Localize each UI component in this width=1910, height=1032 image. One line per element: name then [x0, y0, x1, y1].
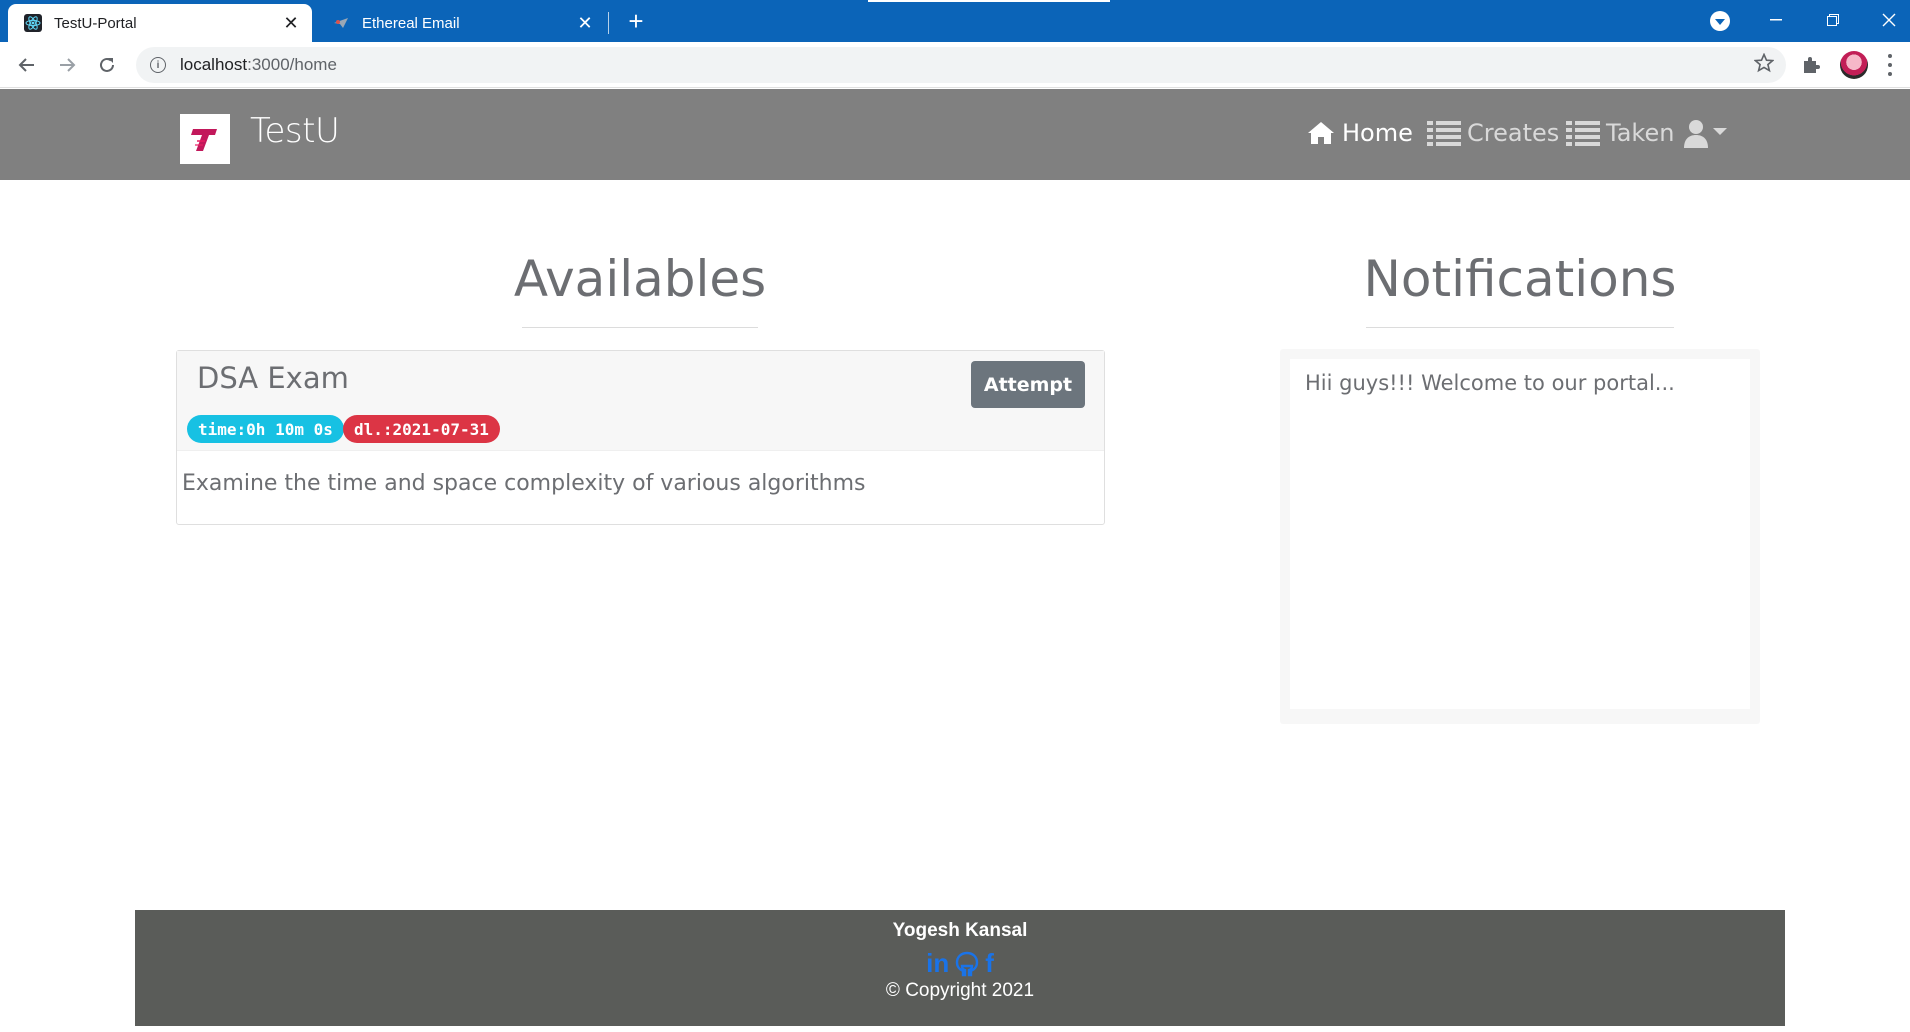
tab-separator — [608, 12, 609, 34]
availables-divider — [522, 327, 758, 328]
footer-copyright: © Copyright 2021 — [885, 980, 1035, 1001]
home-icon — [1308, 122, 1334, 144]
nav-home-link[interactable]: Home — [1306, 119, 1413, 147]
footer: Yogesh Kansal in f © Copyright 2021 — [135, 910, 1785, 1026]
url-text: localhost:3000/home — [180, 55, 337, 74]
notifications-heading: Notifications — [1363, 250, 1677, 308]
facebook-icon[interactable]: f — [985, 948, 994, 979]
brand-name[interactable]: TestU — [250, 111, 340, 151]
arrow-left-icon — [18, 58, 34, 72]
app-navbar: TestU Home Creates Taken — [0, 89, 1910, 180]
social-links: in f — [135, 948, 1785, 979]
close-icon — [1882, 13, 1896, 27]
nav-creates-link[interactable]: Creates — [1427, 119, 1559, 147]
close-icon[interactable]: ✕ — [574, 12, 596, 34]
tab-title: TestU-Portal — [54, 14, 137, 32]
notifications-scroll-area[interactable]: Hii guys!!! Welcome to our portal... — [1290, 359, 1750, 709]
ethereal-icon — [332, 14, 350, 32]
exam-card-header: DSA Exam Attempt time:0h 10m 0s dl.:2021… — [177, 351, 1104, 451]
notifications-panel: Hii guys!!! Welcome to our portal... — [1280, 349, 1760, 724]
close-icon[interactable]: ✕ — [280, 12, 302, 34]
back-button[interactable] — [12, 50, 42, 80]
brand-logo[interactable] — [180, 114, 230, 164]
address-bar[interactable]: i localhost:3000/home — [136, 47, 1786, 83]
browser-menu-icon[interactable] — [1884, 52, 1896, 78]
tab-testu-portal[interactable]: TestU-Portal ✕ — [8, 4, 312, 42]
minimize-button[interactable] — [1753, 4, 1799, 36]
user-menu-dropdown[interactable] — [1683, 119, 1727, 149]
extensions-puzzle-icon[interactable] — [1800, 54, 1822, 76]
notifications-divider — [1366, 327, 1674, 328]
caret-down-icon — [1713, 127, 1727, 135]
nav-home-label: Home — [1342, 119, 1413, 147]
browser-tabstrip: TestU-Portal ✕ Ethereal Email ✕ + — [0, 0, 1910, 42]
tab-ethereal-email[interactable]: Ethereal Email ✕ — [316, 4, 606, 42]
list-icon — [1427, 121, 1461, 146]
new-tab-button[interactable]: + — [622, 8, 650, 36]
nav-taken-label: Taken — [1606, 119, 1675, 147]
close-window-button[interactable] — [1866, 4, 1910, 36]
exam-title: DSA Exam — [197, 361, 349, 395]
info-icon[interactable]: i — [150, 57, 166, 73]
nav-taken-link[interactable]: Taken — [1566, 119, 1674, 147]
minimize-icon — [1770, 19, 1782, 21]
reload-icon — [100, 57, 114, 72]
deadline-badge: dl.:2021-07-31 — [343, 415, 500, 443]
notification-message: Hii guys!!! Welcome to our portal... — [1305, 371, 1675, 395]
exam-card: DSA Exam Attempt time:0h 10m 0s dl.:2021… — [176, 350, 1105, 525]
attempt-button[interactable]: Attempt — [971, 361, 1085, 408]
chevron-down-icon — [1715, 19, 1725, 25]
time-badge: time:0h 10m 0s — [187, 415, 344, 443]
tab-search-button[interactable] — [1710, 11, 1730, 31]
github-icon[interactable] — [955, 951, 979, 977]
restore-icon — [1827, 14, 1839, 26]
tab-title: Ethereal Email — [362, 14, 460, 32]
profile-avatar[interactable] — [1840, 51, 1868, 79]
reload-button[interactable] — [92, 50, 122, 80]
loading-indicator — [868, 0, 1110, 2]
exam-description: Examine the time and space complexity of… — [182, 471, 866, 496]
bookmark-star-icon[interactable] — [1753, 52, 1775, 79]
testu-logo-icon — [191, 129, 217, 151]
bottom-strip — [0, 1026, 1910, 1032]
forward-button[interactable] — [52, 50, 82, 80]
availables-heading: Availables — [513, 250, 767, 308]
user-icon — [1684, 120, 1708, 148]
list-icon — [1566, 121, 1600, 146]
arrow-right-icon — [60, 58, 76, 72]
browser-toolbar: i localhost:3000/home — [0, 42, 1910, 88]
linkedin-icon[interactable]: in — [926, 948, 949, 979]
footer-author: Yogesh Kansal — [892, 920, 1028, 941]
react-icon — [24, 14, 42, 32]
restore-button[interactable] — [1810, 4, 1856, 36]
nav-creates-label: Creates — [1467, 119, 1560, 147]
